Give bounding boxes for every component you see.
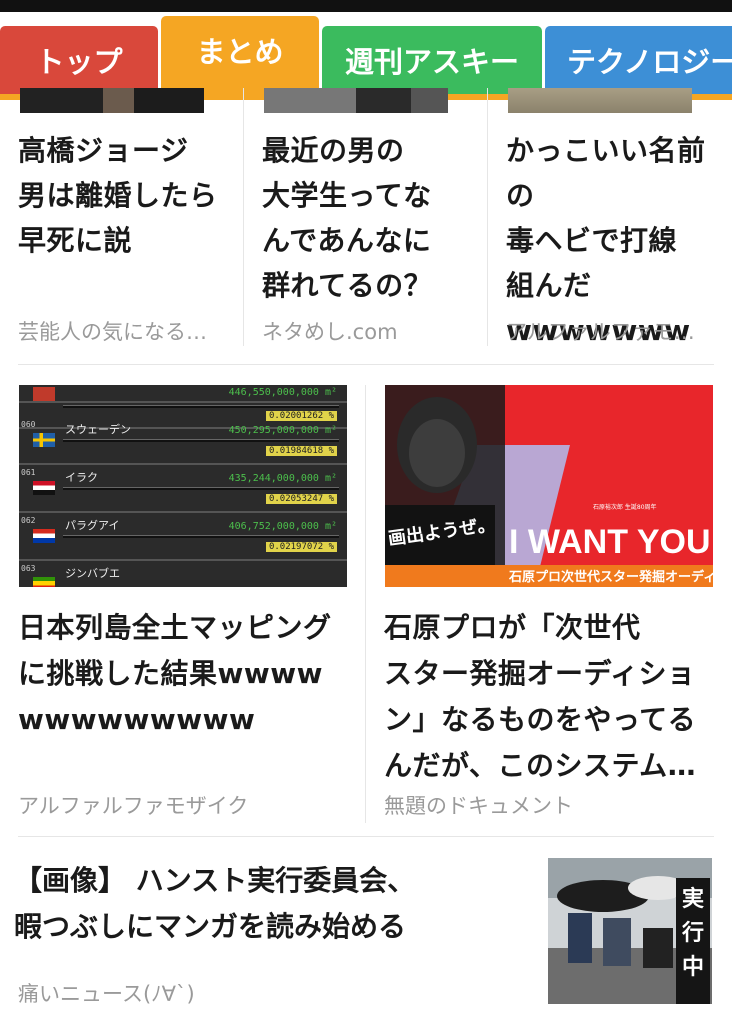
poster-small-text: 石原裕次郎 生誕80周年 [593,503,657,511]
tab-label: 週刊アスキー [344,45,519,79]
country-name: イラク [65,471,98,484]
article-thumbnail: 実行中 [548,858,712,1004]
tab-matome[interactable]: まとめ [161,16,319,94]
row-divider [18,364,714,365]
paraguay-flag-icon [33,529,55,543]
area-value: 446,550,000,000 m² [228,387,337,398]
article-thumbnail: I WANT YOU 画出ようぜ。 石原プロ次世代スター発掘オーディション 石原… [385,385,713,587]
article-card[interactable]: 高橋ジョージ 男は離婚したら 早死に説 芸能人の気になる… [0,88,244,346]
poster-headline: I WANT YOU [509,523,711,561]
rank-number: 061 [21,468,36,477]
progress-bar [63,535,339,538]
tab-label: トップ [35,45,123,79]
percent-value: 0.02053247 % [265,494,337,504]
tab-label: まとめ [196,35,284,69]
tab-weekly-ascii[interactable]: 週刊アスキー [322,26,542,94]
table-row: 061 イラク 435,244,000,000 m² 0.02053247 % [19,467,347,513]
article-thumbnail [264,88,448,113]
article-card[interactable]: 【画像】 ハンスト実行委員会、 暇つぶしにマンガを読み始める 痛いニュース(ﾉ∀… [0,840,732,1024]
flag-icon [33,387,55,401]
progress-bar [63,405,339,408]
area-value: 406,752,000,000 m² [228,521,337,532]
protest-sign-text: 実行中 [681,886,704,980]
article-source: 芸能人の気になる… [18,320,207,344]
rank-number: 062 [21,516,36,525]
article-title: 高橋ジョージ 男は離婚したら 早死に説 [18,134,218,257]
article-thumbnail: 446,550,000,000 m² 0.02001262 % 060 スウェー… [19,385,347,587]
article-title: 最近の男の 大学生ってな んであんなに 群れてるの？ [262,134,433,302]
country-name: パラグアイ [65,519,120,532]
percent-value: 0.02197072 % [265,542,337,552]
row-divider [18,836,714,837]
country-name: ジンバブエ [65,567,120,580]
table-row: 062 パラグアイ 406,752,000,000 m² 0.02197072 … [19,515,347,561]
article-source: アルファルファモ… [506,320,695,344]
table-row: 060 スウェーデン 450,295,000,000 m² 0.01984618… [19,419,347,465]
article-source: アルファルファモザイク [18,794,249,818]
article-title: 日本列島全土マッピング に挑戦した結果wwww wwwwwwwww [18,611,332,736]
area-value: 435,244,000,000 m² [228,473,337,484]
poster-banner: 石原プロ次世代スター発掘オーディション [508,569,713,585]
tab-top[interactable]: トップ [0,26,158,94]
country-name: スウェーデン [65,423,131,436]
area-value: 450,295,000,000 m² [228,425,337,436]
iraq-flag-icon [33,481,55,495]
article-title: 【画像】 ハンスト実行委員会、 暇つぶしにマンガを読み始める [14,864,416,943]
article-title: 石原プロが「次世代 スター発掘オーディショ ン」なるものをやってる んだが、この… [384,611,697,782]
rank-number: 063 [21,564,36,573]
zimbabwe-flag-icon [33,577,55,587]
status-strip [0,0,732,12]
progress-bar [63,439,339,442]
article-source: 無題のドキュメント [384,794,573,818]
article-row-three: 高橋ジョージ 男は離婚したら 早死に説 芸能人の気になる… 最近の男の 大学生っ… [0,88,732,366]
protest-photo-image: 実行中 [548,858,712,1004]
sweden-flag-icon [33,433,55,447]
table-row: 446,550,000,000 m² [19,385,347,403]
audition-poster-image: I WANT YOU 画出ようぜ。 石原プロ次世代スター発掘オーディション 石原… [385,385,713,587]
progress-bar [63,487,339,490]
article-source: 痛いニュース(ﾉ∀`) [18,982,195,1006]
article-thumbnail [508,88,692,113]
category-tab-bar: トップ まとめ 週刊アスキー テクノロジー [0,12,732,100]
table-row: 063 ジンバブエ [19,563,347,587]
article-source: ネタめし.com [262,320,398,344]
percent-value: 0.01984618 % [265,446,337,456]
article-card[interactable]: かっこいい名前の 毒ヘビで打線 組んだwwwwwww アルファルファモ… [488,88,732,347]
rank-number: 060 [21,420,36,429]
article-card[interactable]: I WANT YOU 画出ようぜ。 石原プロ次世代スター発掘オーディション 石原… [366,385,732,837]
article-card[interactable]: 446,550,000,000 m² 0.02001262 % 060 スウェー… [0,385,365,837]
article-thumbnail [20,88,204,113]
article-card[interactable]: 最近の男の 大学生ってな んであんなに 群れてるの？ ネタめし.com [244,88,488,346]
tab-technology[interactable]: テクノロジー [545,26,732,94]
tab-label: テクノロジー [567,45,732,79]
article-row-two: 446,550,000,000 m² 0.02001262 % 060 スウェー… [0,385,732,837]
